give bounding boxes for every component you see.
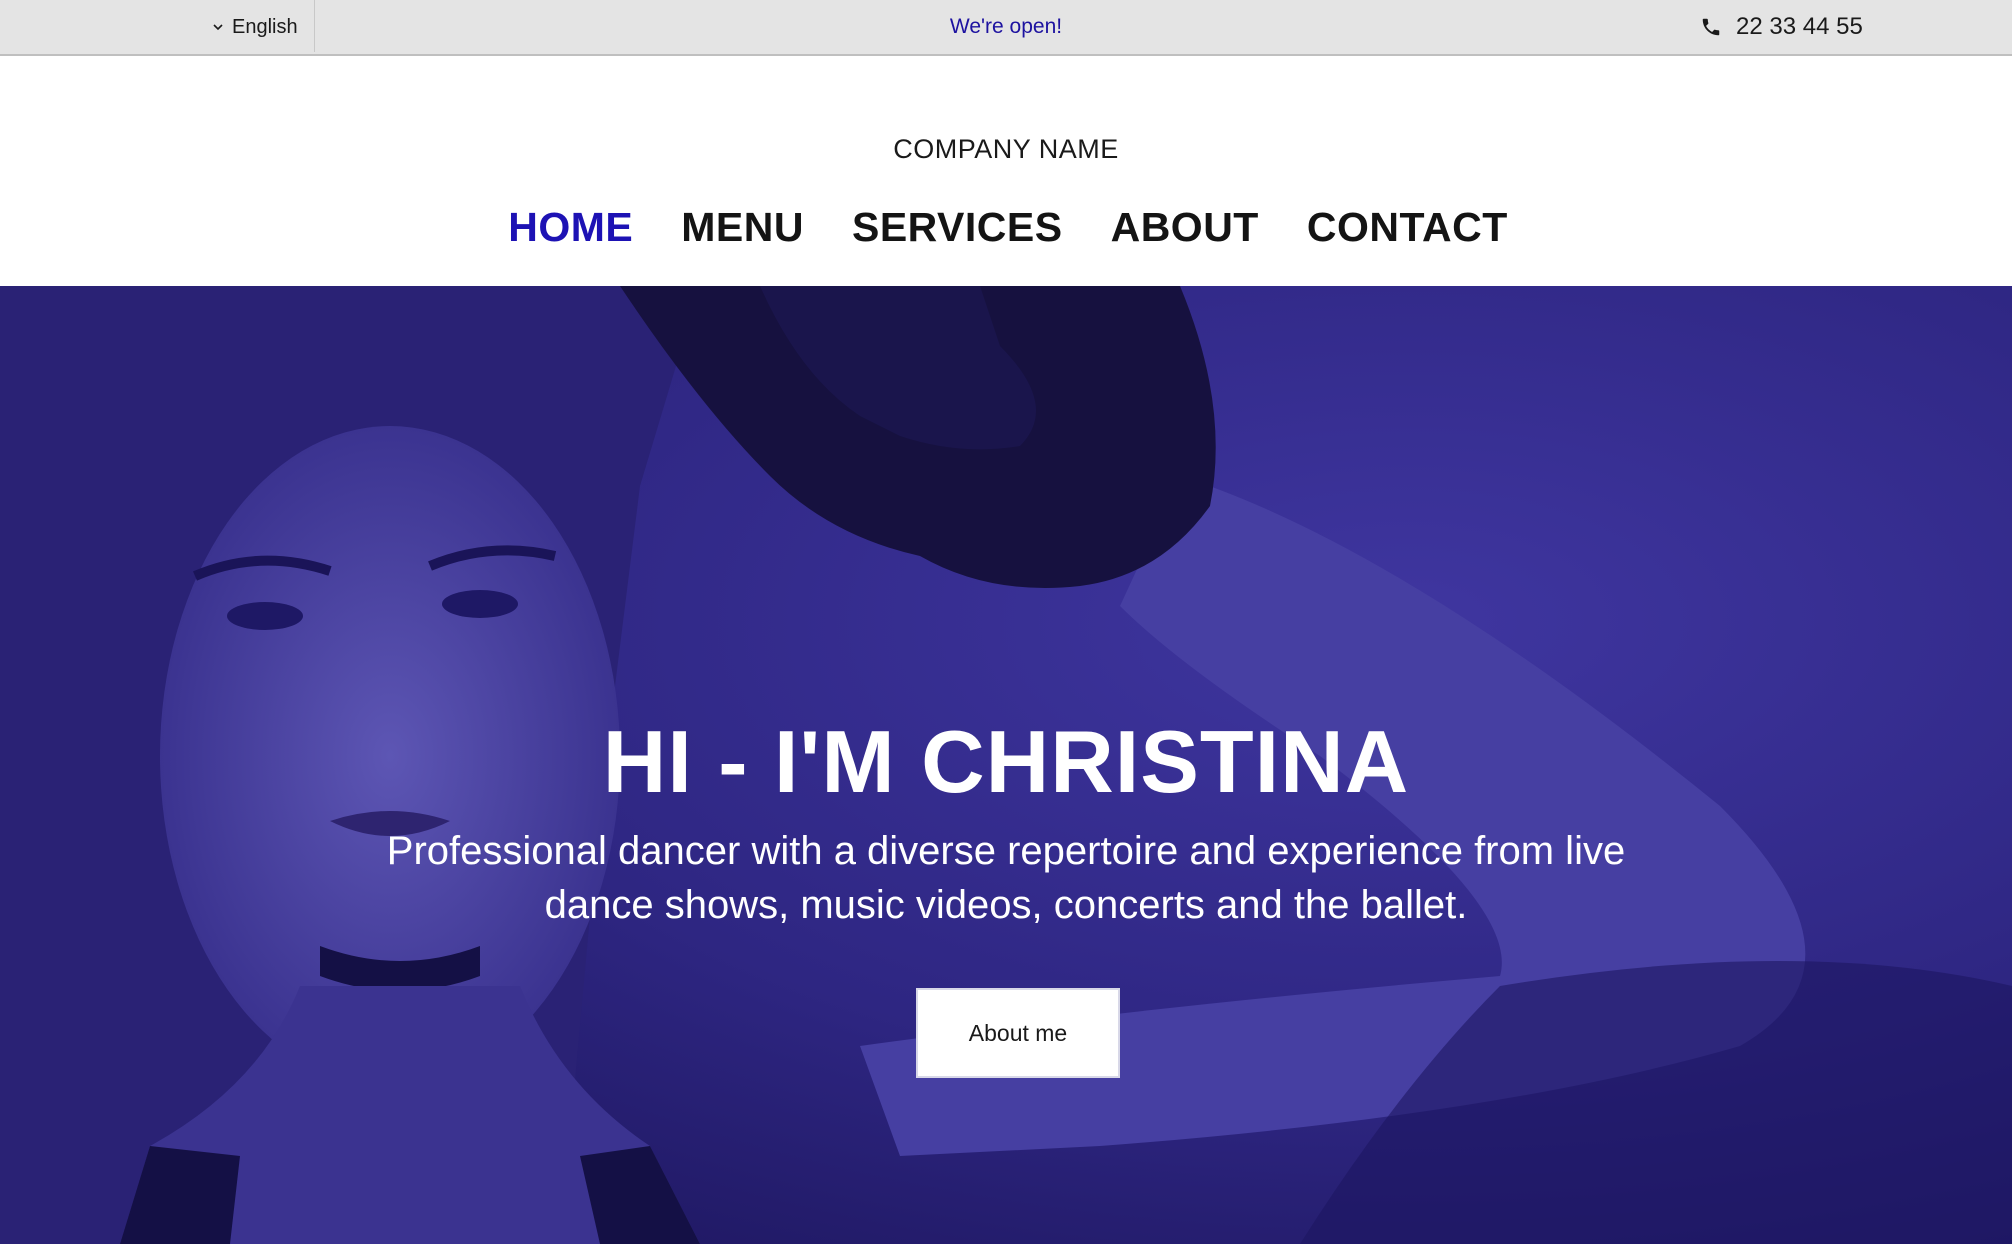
language-selector[interactable]: English: [212, 0, 298, 54]
top-bar: English We're open! 22 33 44 55: [0, 0, 2012, 56]
phone-icon: [1700, 16, 1722, 38]
phone-number: 22 33 44 55: [1736, 13, 1863, 40]
divider: [314, 0, 315, 52]
nav-item-about[interactable]: ABOUT: [1107, 204, 1259, 251]
nav-item-home[interactable]: HOME: [504, 204, 633, 251]
hero-title: HI - I'M CHRISTINA: [602, 712, 1410, 811]
nav-item-services[interactable]: SERVICES: [848, 204, 1063, 251]
phone-link[interactable]: 22 33 44 55: [1700, 0, 1863, 54]
open-status-text: We're open!: [949, 15, 1063, 38]
language-label: English: [232, 15, 298, 38]
nav-item-menu[interactable]: MENU: [677, 204, 804, 251]
site-header: COMPANY NAME HOME MENU SERVICES ABOUT CO…: [0, 56, 2012, 286]
chevron-down-icon: [212, 21, 224, 33]
company-name[interactable]: COMPANY NAME: [0, 134, 2012, 165]
main-nav: HOME MENU SERVICES ABOUT CONTACT: [0, 204, 2012, 251]
hero-subtitle: Professional dancer with a diverse reper…: [386, 829, 1626, 927]
nav-item-contact[interactable]: CONTACT: [1303, 204, 1508, 251]
about-me-button[interactable]: About me: [916, 988, 1120, 1078]
hero-section: HI - I'M CHRISTINA Professional dancer w…: [0, 286, 2012, 1244]
